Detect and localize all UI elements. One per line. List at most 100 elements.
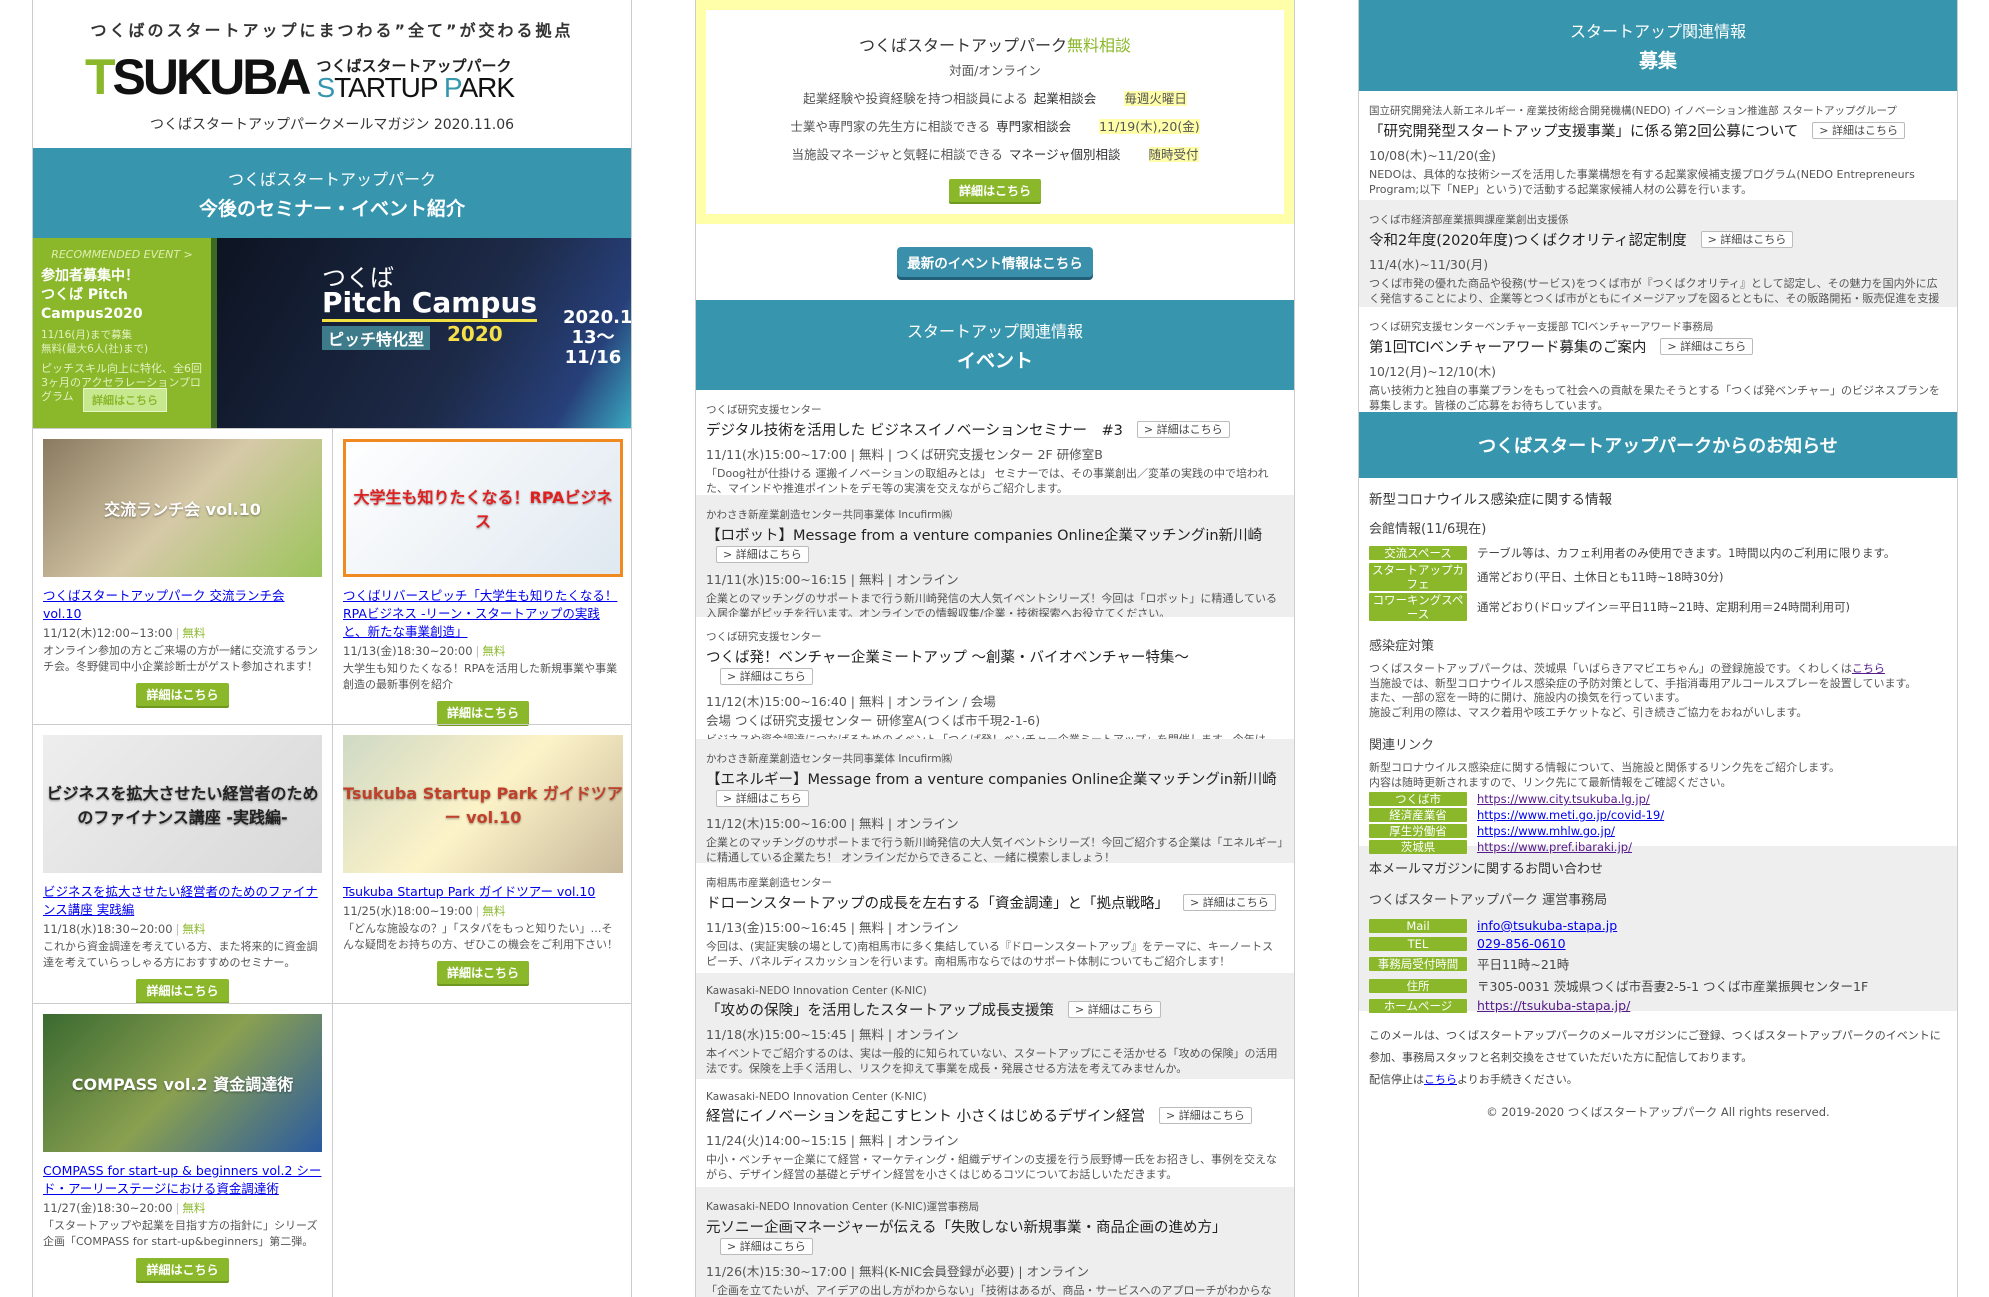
event-detail-button[interactable]: 詳細はこちら	[136, 979, 229, 1002]
related-link-row: 経済産業省 https://www.meti.go.jp/covid-19/	[1369, 808, 1947, 822]
org-badge: 経済産業省	[1369, 808, 1467, 822]
event-detail-button[interactable]: > 詳細はこちら	[716, 790, 809, 807]
recruit-desc: NEDOは、具体的な技術シーズを活用した事業構想を有する起業家候補支援プログラム…	[1369, 168, 1915, 196]
event-fee: 無料	[482, 644, 506, 658]
event-title-link[interactable]: ビジネスを拡大させたい経営者のためのファイナンス講座 実践編	[43, 884, 318, 917]
related-link-row: 厚生労働省 https://www.mhlw.go.jp/	[1369, 824, 1947, 838]
event-fee: 無料	[182, 1201, 206, 1215]
event-desc: 今回は、(実証実験の場として)南相馬市に多く集結している『ドローンスタートアップ…	[706, 940, 1274, 968]
section-title: 今後のセミナー・イベント紹介	[198, 197, 465, 220]
contact-row: 事務局受付時間 平日11時~21時	[1369, 954, 1947, 973]
event-banner-image[interactable]: ビジネスを拡大させたい経営者のためのファイナンス講座 -実践編-	[43, 735, 322, 873]
amabie-link[interactable]: こちら	[1852, 662, 1885, 675]
related-link[interactable]: https://www.mhlw.go.jp/	[1477, 824, 1615, 838]
event-meta: 11/12(木)15:00~16:00 | 無料 | オンライン	[706, 816, 959, 831]
event-card: COMPASS vol.2 資金調達術 COMPASS for start-up…	[33, 1003, 333, 1297]
event-detail-button[interactable]: 詳細はこちら	[136, 683, 229, 706]
event-banner-image[interactable]: Tsukuba Startup Park ガイドツアー vol.10	[343, 735, 623, 873]
event-organizer: Kawasaki-NEDO Innovation Center (K-NIC)	[706, 985, 927, 997]
event-time: 11/25(水)18:00~19:00	[343, 904, 473, 918]
event-item: かわさき新産業創造センター共同事業体 Incufirm㈱ 【ロボット】Messa…	[696, 495, 1294, 617]
event-title: 【エネルギー】Message from a venture companies …	[706, 772, 1277, 788]
event-desc: ビジネスや資金調達につなげるためのイベント「つくば発！ベンチャー企業ミートアップ…	[706, 732, 1284, 739]
contact-section: 本メールマガジンに関するお問い合わせ つくばスタートアップパーク 運営事務局 M…	[1359, 846, 1957, 1013]
event-detail-button[interactable]: > 詳細はこちら	[1182, 894, 1276, 911]
event-meta: 11/18(水)15:00~15:45 | 無料 | オンライン	[706, 1027, 959, 1042]
unsubscribe-link[interactable]: こちら	[1424, 1073, 1457, 1086]
consult-detail-button[interactable]: 詳細はこちら	[948, 179, 1041, 202]
event-fee: 無料	[482, 904, 506, 918]
event-detail-button[interactable]: 詳細はこちら	[436, 701, 529, 724]
consult-row: 当施設マネージャと気軽に相談できる マネージャ個別相談 随時受付	[791, 147, 1199, 162]
event-item: 南相馬市産業創造センター ドローンスタートアップの成長を左右する「資金調達」と「…	[696, 863, 1294, 973]
event-meta: 11/11(水)15:00~17:00 | 無料 | つくば研究支援センター 2…	[706, 447, 1103, 462]
event-detail-button[interactable]: > 詳細はこちら	[1159, 1107, 1252, 1124]
pitch-campus-banner[interactable]: つくば Pitch Campus ピッチ特化型 2020 2020.10 13〜…	[217, 238, 631, 428]
related-link[interactable]: https://www.city.tsukuba.lg.jp/	[1477, 792, 1650, 806]
recommended-label[interactable]: RECOMMENDED EVENT >	[41, 248, 203, 261]
space-badge: コワーキングスペース	[1369, 593, 1467, 621]
event-title: つくば発！ベンチャー企業ミートアップ ～創薬・バイオベンチャー特集～	[706, 650, 1189, 666]
recruit-list: 国立研究開発法人新エネルギー・産業技術総合開発機構(NEDO) イノベーション推…	[1359, 91, 1957, 412]
event-detail-button[interactable]: > 詳細はこちら	[1136, 421, 1230, 438]
recommended-title: つくば Pitch Campus2020	[41, 287, 143, 322]
event-title-link[interactable]: COMPASS for start-up & beginners vol.2 シ…	[43, 1163, 321, 1196]
section-subtitle: つくばスタートアップパーク	[227, 169, 436, 189]
event-item: かわさき新産業創造センター共同事業体 Incufirm㈱ 【エネルギー】Mess…	[696, 739, 1294, 863]
event-organizer: つくば研究支援センター	[706, 631, 822, 643]
event-banner-image[interactable]: 交流ランチ会 vol.10	[43, 439, 322, 577]
contact-value[interactable]: info@tsukuba-stapa.jp	[1477, 918, 1617, 933]
event-organizer: かわさき新産業創造センター共同事業体 Incufirm㈱	[706, 509, 952, 521]
event-organizer: Kawasaki-NEDO Innovation Center (K-NIC)	[706, 1091, 927, 1103]
event-detail-button[interactable]: > 詳細はこちら	[720, 668, 813, 685]
event-title-link[interactable]: つくばスタートアップパーク 交流ランチ会 vol.10	[43, 588, 284, 621]
tsukuba-startup-park-logo: TSUKUBA つくばスタートアップパーク STARTUP PARK	[85, 49, 515, 105]
event-time: 11/27(金)18:30~20:00	[43, 1201, 173, 1215]
latest-events-button[interactable]: 最新のイベント情報はこちら	[897, 247, 1093, 277]
consult-subtitle: 対面/オンライン	[949, 63, 1041, 78]
recommended-fee: 無料(最大6人(社)まで)	[41, 343, 149, 355]
tagline: つくばのスタートアップにまつわる”全て”が交わる拠点	[90, 21, 574, 40]
event-banner-image[interactable]: 大学生も知りたくなる！RPAビジネス	[343, 439, 623, 577]
event-item: つくば研究支援センター デジタル技術を活用した ビジネスイノベーションセミナー …	[696, 390, 1294, 495]
contact-row: Mail info@tsukuba-stapa.jp	[1369, 918, 1947, 933]
free-consultation-box: つくばスタートアップパーク無料相談 対面/オンライン 起業経験や投資経験を持つ相…	[696, 0, 1294, 224]
event-title-link[interactable]: つくばリバースピッチ「大学生も知りたくなる！RPAビジネス -リーン・スタートア…	[343, 588, 617, 639]
empty-cell	[333, 1003, 631, 1297]
recruit-detail-button[interactable]: > 詳細はこちら	[1700, 231, 1794, 248]
event-detail-button[interactable]: > 詳細はこちら	[1068, 1001, 1161, 1018]
recruit-organizer: つくば市経済部産業振興課産業創出支援係	[1369, 214, 1569, 226]
contact-value[interactable]: https://tsukuba-stapa.jp/	[1477, 998, 1630, 1013]
event-detail-button[interactable]: > 詳細はこちら	[720, 1238, 813, 1255]
event-item: Kawasaki-NEDO Innovation Center (K-NIC) …	[696, 1079, 1294, 1187]
recommended-deadline: 11/16(月)まで募集	[41, 329, 132, 341]
contact-row: TEL 029-856-0610	[1369, 936, 1947, 951]
related-link[interactable]: https://www.pref.ibaraki.jp/	[1477, 840, 1632, 854]
contact-label: TEL	[1369, 936, 1467, 951]
event-desc: 「Doog社が仕掛ける 運搬イノベーションの取組みとは」 セミナーでは、その事業…	[706, 467, 1269, 495]
recruit-period: 10/12(月)~12/10(木)	[1369, 364, 1497, 379]
event-desc: 企業とのマッチングのサポートまで行う新川崎発信の大人気イベントシリーズ！今回は「…	[706, 592, 1278, 617]
event-time: 11/13(金)18:30~20:00	[343, 644, 473, 658]
recruit-desc: つくば市発の優れた商品や役務(サービス)をつくば市が『つくばクオリティ』として認…	[1369, 277, 1940, 305]
notice-section-header: つくばスタートアップパークからのお知らせ	[1359, 412, 1957, 478]
recruit-detail-button[interactable]: > 詳細はこちら	[1812, 122, 1906, 139]
covid-heading: 新型コロナウイルス感染症に関する情報	[1369, 492, 1612, 508]
related-link[interactable]: https://www.meti.go.jp/covid-19/	[1477, 808, 1664, 822]
measures-heading: 感染症対策	[1369, 639, 1435, 654]
magazine-issue: つくばスタートアップパークメールマガジン 2020.11.06	[149, 117, 515, 133]
recruit-detail-button[interactable]: > 詳細はこちら	[1660, 338, 1754, 355]
recruit-title: 第1回TCIベンチャーアワード募集のご案内	[1369, 340, 1647, 356]
org-badge: つくば市	[1369, 792, 1467, 806]
recommended-detail-button[interactable]: 詳細はこちら	[83, 388, 167, 412]
contact-label: 事務局受付時間	[1369, 956, 1467, 971]
event-desc: 企業とのマッチングのサポートまで行う新川崎発信の大人気イベントシリーズ！今回ご紹…	[706, 836, 1283, 863]
event-detail-button[interactable]: > 詳細はこちら	[716, 546, 809, 563]
event-title: ドローンスタートアップの成長を左右する「資金調達」と「拠点戦略」	[706, 896, 1169, 912]
event-banner-image[interactable]: COMPASS vol.2 資金調達術	[43, 1014, 322, 1152]
event-detail-button[interactable]: 詳細はこちら	[436, 961, 529, 984]
event-title-link[interactable]: Tsukuba Startup Park ガイドツアー vol.10	[343, 884, 595, 899]
event-detail-button[interactable]: 詳細はこちら	[136, 1258, 229, 1281]
contact-value[interactable]: 029-856-0610	[1477, 936, 1566, 951]
footer-notice: このメールは、つくばスタートアップパークのメールマガジンにご登録、つくばスタート…	[1369, 1029, 1941, 1064]
